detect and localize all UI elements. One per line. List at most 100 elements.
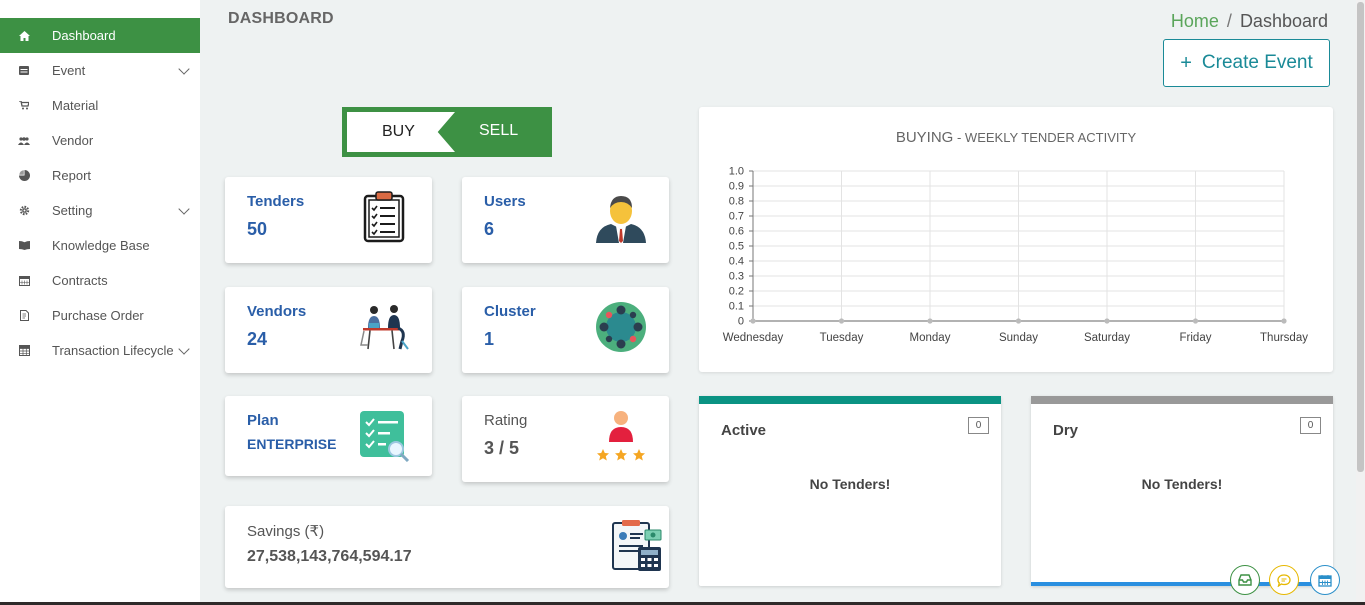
buy-sell-toggle: BUY SELL bbox=[342, 107, 552, 157]
sidebar-item-label: Material bbox=[52, 98, 99, 113]
meeting-people-icon bbox=[360, 305, 409, 350]
line-chart: 0 0.1 0.2 0.3 0.4 0.5 0.6 0.7 0.8 0.9 1.0 Wednesday… bbox=[723, 166, 1308, 345]
sidebar-item-label: Purchase Order bbox=[52, 308, 144, 323]
sidebar-item-label: Event bbox=[52, 63, 86, 78]
sidebar-item-material[interactable]: Material bbox=[0, 88, 200, 123]
sidebar-item-report[interactable]: Report bbox=[0, 158, 200, 193]
y-tick-label: 0.8 bbox=[729, 196, 744, 208]
data-point bbox=[1192, 318, 1199, 324]
y-tick-label: 0.9 bbox=[729, 181, 744, 193]
y-tick-label: 0.7 bbox=[729, 211, 744, 223]
active-panel-title: Active bbox=[721, 422, 767, 439]
page-title: DASHBOARD bbox=[228, 10, 334, 27]
savings-value: 27,538,143,764,594.17 bbox=[247, 548, 412, 565]
data-point bbox=[750, 318, 756, 324]
scrollbar-thumb[interactable] bbox=[1357, 2, 1364, 472]
sidebar-item-setting[interactable]: Setting bbox=[0, 193, 200, 228]
plan-card[interactable]: Plan ENTERPRISE bbox=[225, 396, 432, 476]
y-tick-label: 0.3 bbox=[729, 271, 744, 283]
data-point bbox=[838, 318, 845, 324]
rating-value: 3 / 5 bbox=[484, 438, 520, 458]
active-panel-bar bbox=[699, 396, 1001, 404]
cluster-card[interactable]: Cluster 1 bbox=[462, 287, 669, 373]
chevron-down-icon[interactable] bbox=[178, 63, 190, 75]
event-icon bbox=[18, 65, 30, 77]
x-tick-label: Wednesday bbox=[723, 332, 784, 344]
users-value: 6 bbox=[484, 219, 495, 239]
y-tick-label: 0.1 bbox=[729, 301, 744, 313]
document-icon bbox=[18, 310, 30, 322]
create-event-label: Create Event bbox=[1201, 52, 1313, 73]
sidebar-item-dashboard[interactable]: Dashboard bbox=[0, 18, 200, 53]
sidebar: Dashboard Event Material Vendor Report S… bbox=[0, 0, 200, 605]
cluster-label: Cluster bbox=[484, 303, 536, 320]
sidebar-item-transaction-lifecycle[interactable]: Transaction Lifecycle bbox=[0, 333, 200, 368]
data-point bbox=[1281, 318, 1287, 324]
breadcrumb-home-link[interactable]: Home bbox=[1171, 11, 1219, 31]
tenders-card[interactable]: Tenders 50 bbox=[225, 177, 432, 263]
inbox-icon bbox=[1238, 574, 1252, 586]
sidebar-item-label: Vendor bbox=[52, 133, 94, 148]
x-tick-label: Tuesday bbox=[820, 332, 864, 344]
sidebar-item-vendor[interactable]: Vendor bbox=[0, 123, 200, 158]
sidebar-item-purchase-order[interactable]: Purchase Order bbox=[0, 298, 200, 333]
cluster-value: 1 bbox=[484, 329, 495, 349]
y-tick-label: 0 bbox=[738, 316, 744, 328]
tenders-label: Tenders bbox=[247, 193, 305, 210]
sidebar-item-label: Transaction Lifecycle bbox=[52, 343, 174, 358]
sidebar-item-label: Setting bbox=[52, 203, 93, 218]
dry-empty-message: No Tenders! bbox=[1141, 476, 1223, 492]
rating-user-stars-icon bbox=[597, 411, 645, 461]
cluster-network-icon bbox=[596, 302, 646, 352]
active-count-badge[interactable]: 0 bbox=[968, 417, 989, 434]
sell-toggle-button[interactable]: SELL bbox=[479, 122, 518, 140]
users-label: Users bbox=[484, 193, 526, 210]
data-point bbox=[1104, 318, 1110, 324]
savings-card[interactable]: Savings (₹) 27,538,143,764,594.17 bbox=[225, 506, 669, 588]
y-tick-label: 0.6 bbox=[729, 226, 744, 238]
users-card[interactable]: Users 6 bbox=[462, 177, 669, 263]
y-tick-label: 0.2 bbox=[729, 286, 744, 298]
dry-count-badge[interactable]: 0 bbox=[1300, 417, 1321, 434]
breadcrumb-current: Dashboard bbox=[1239, 11, 1328, 31]
weekly-activity-chart-panel: BUYING - WEEKLY TENDER ACTIVITY 0 0.1 0.2 0… bbox=[699, 107, 1333, 372]
calendar-icon bbox=[1318, 574, 1332, 587]
chat-fab-button[interactable] bbox=[1269, 565, 1299, 595]
x-tick-label: Saturday bbox=[1084, 332, 1130, 344]
create-event-button[interactable]: + Create Event bbox=[1163, 39, 1330, 87]
sidebar-item-label: Contracts bbox=[52, 273, 108, 288]
clipboard-checklist-icon bbox=[363, 191, 405, 243]
savings-label: Savings (₹) bbox=[247, 523, 325, 540]
chevron-down-icon[interactable] bbox=[178, 203, 190, 215]
data-point bbox=[927, 318, 933, 324]
rating-card[interactable]: Rating 3 / 5 bbox=[462, 396, 669, 482]
sidebar-item-knowledge-base[interactable]: Knowledge Base bbox=[0, 228, 200, 263]
plan-value: ENTERPRISE bbox=[247, 436, 337, 452]
y-tick-label: 0.4 bbox=[729, 256, 744, 268]
user-avatar-icon bbox=[596, 196, 646, 243]
inbox-fab-button[interactable] bbox=[1230, 565, 1260, 595]
y-tick-label: 1.0 bbox=[729, 166, 744, 178]
buy-toggle-button[interactable]: BUY bbox=[347, 112, 455, 152]
gear-icon bbox=[18, 205, 30, 217]
data-point bbox=[1015, 318, 1022, 324]
dry-tenders-panel: Dry 0 No Tenders! bbox=[1031, 396, 1333, 586]
vendors-card[interactable]: Vendors 24 bbox=[225, 287, 432, 373]
sidebar-item-label: Report bbox=[52, 168, 92, 183]
book-icon bbox=[18, 240, 30, 252]
calendar-fab-button[interactable] bbox=[1310, 565, 1340, 595]
active-empty-message: No Tenders! bbox=[809, 476, 891, 492]
chevron-down-icon[interactable] bbox=[178, 343, 190, 355]
pie-icon bbox=[18, 170, 30, 182]
page-scrollbar[interactable] bbox=[1356, 0, 1365, 605]
sidebar-item-contracts[interactable]: Contracts bbox=[0, 263, 200, 298]
x-tick-label: Thursday bbox=[1260, 332, 1308, 344]
breadcrumb-separator: / bbox=[1226, 11, 1232, 31]
x-tick-label: Friday bbox=[1180, 332, 1212, 344]
sidebar-item-label: Dashboard bbox=[52, 28, 116, 43]
dry-panel-title: Dry bbox=[1053, 422, 1079, 439]
table-icon bbox=[18, 345, 30, 357]
sidebar-item-label: Knowledge Base bbox=[52, 238, 150, 253]
breadcrumb: Home / Dashboard bbox=[1171, 11, 1328, 32]
sidebar-item-event[interactable]: Event bbox=[0, 53, 200, 88]
